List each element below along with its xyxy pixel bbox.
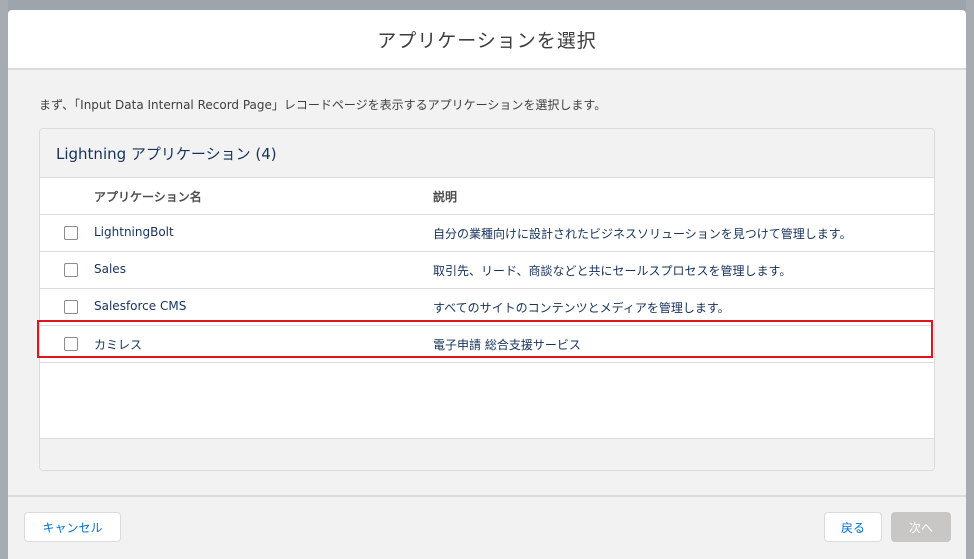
table-row[interactable]: カミレス 電子申請 総合支援サービス	[40, 326, 934, 363]
table-row[interactable]: Salesforce CMS すべてのサイトのコンテンツとメディアを管理します。	[40, 289, 934, 326]
app-description: 取引先、リード、商談などと共にセールスプロセスを管理します。	[433, 264, 792, 278]
background-page-left	[0, 0, 8, 559]
app-name: Sales	[94, 262, 126, 276]
card-header: Lightning アプリケーション (4)	[40, 129, 934, 178]
select-app-modal: アプリケーションを選択 まず、「Input Data Internal Reco…	[8, 10, 966, 559]
column-header-app-name[interactable]: アプリケーション名	[94, 188, 202, 205]
row-checkbox[interactable]	[64, 263, 78, 277]
column-header-description[interactable]: 説明	[433, 188, 457, 205]
instruction-text: まず、「Input Data Internal Record Page」レコード…	[39, 98, 607, 112]
modal-footer: キャンセル 戻る 次へ	[8, 495, 966, 559]
modal-body: まず、「Input Data Internal Record Page」レコード…	[8, 70, 966, 495]
modal-header: アプリケーションを選択	[8, 10, 966, 70]
app-name: カミレス	[94, 338, 143, 352]
modal-title: アプリケーションを選択	[377, 29, 597, 52]
app-description: 電子申請 総合支援サービス	[433, 338, 581, 352]
table-row[interactable]: Sales 取引先、リード、商談などと共にセールスプロセスを管理します。	[40, 252, 934, 289]
app-description: すべてのサイトのコンテンツとメディアを管理します。	[433, 301, 730, 315]
row-checkbox[interactable]	[64, 337, 78, 351]
app-list-card: Lightning アプリケーション (4) アプリケーション名 説明 Ligh…	[39, 128, 935, 471]
table-header: アプリケーション名 説明	[40, 178, 934, 215]
row-checkbox[interactable]	[64, 226, 78, 240]
back-button[interactable]: 戻る	[824, 512, 882, 542]
card-footer	[40, 438, 934, 470]
cancel-button[interactable]: キャンセル	[24, 512, 121, 542]
app-name: Salesforce CMS	[94, 299, 187, 313]
row-checkbox[interactable]	[64, 300, 78, 314]
app-name: LightningBolt	[94, 225, 174, 239]
app-description: 自分の業種向けに設計されたビジネスソリューションを見つけて管理します。	[433, 227, 852, 241]
table-row[interactable]: LightningBolt 自分の業種向けに設計されたビジネスソリューションを見…	[40, 215, 934, 252]
card-title: Lightning アプリケーション (4)	[56, 144, 277, 163]
next-button[interactable]: 次へ	[891, 512, 951, 542]
background-page-right	[966, 0, 974, 559]
